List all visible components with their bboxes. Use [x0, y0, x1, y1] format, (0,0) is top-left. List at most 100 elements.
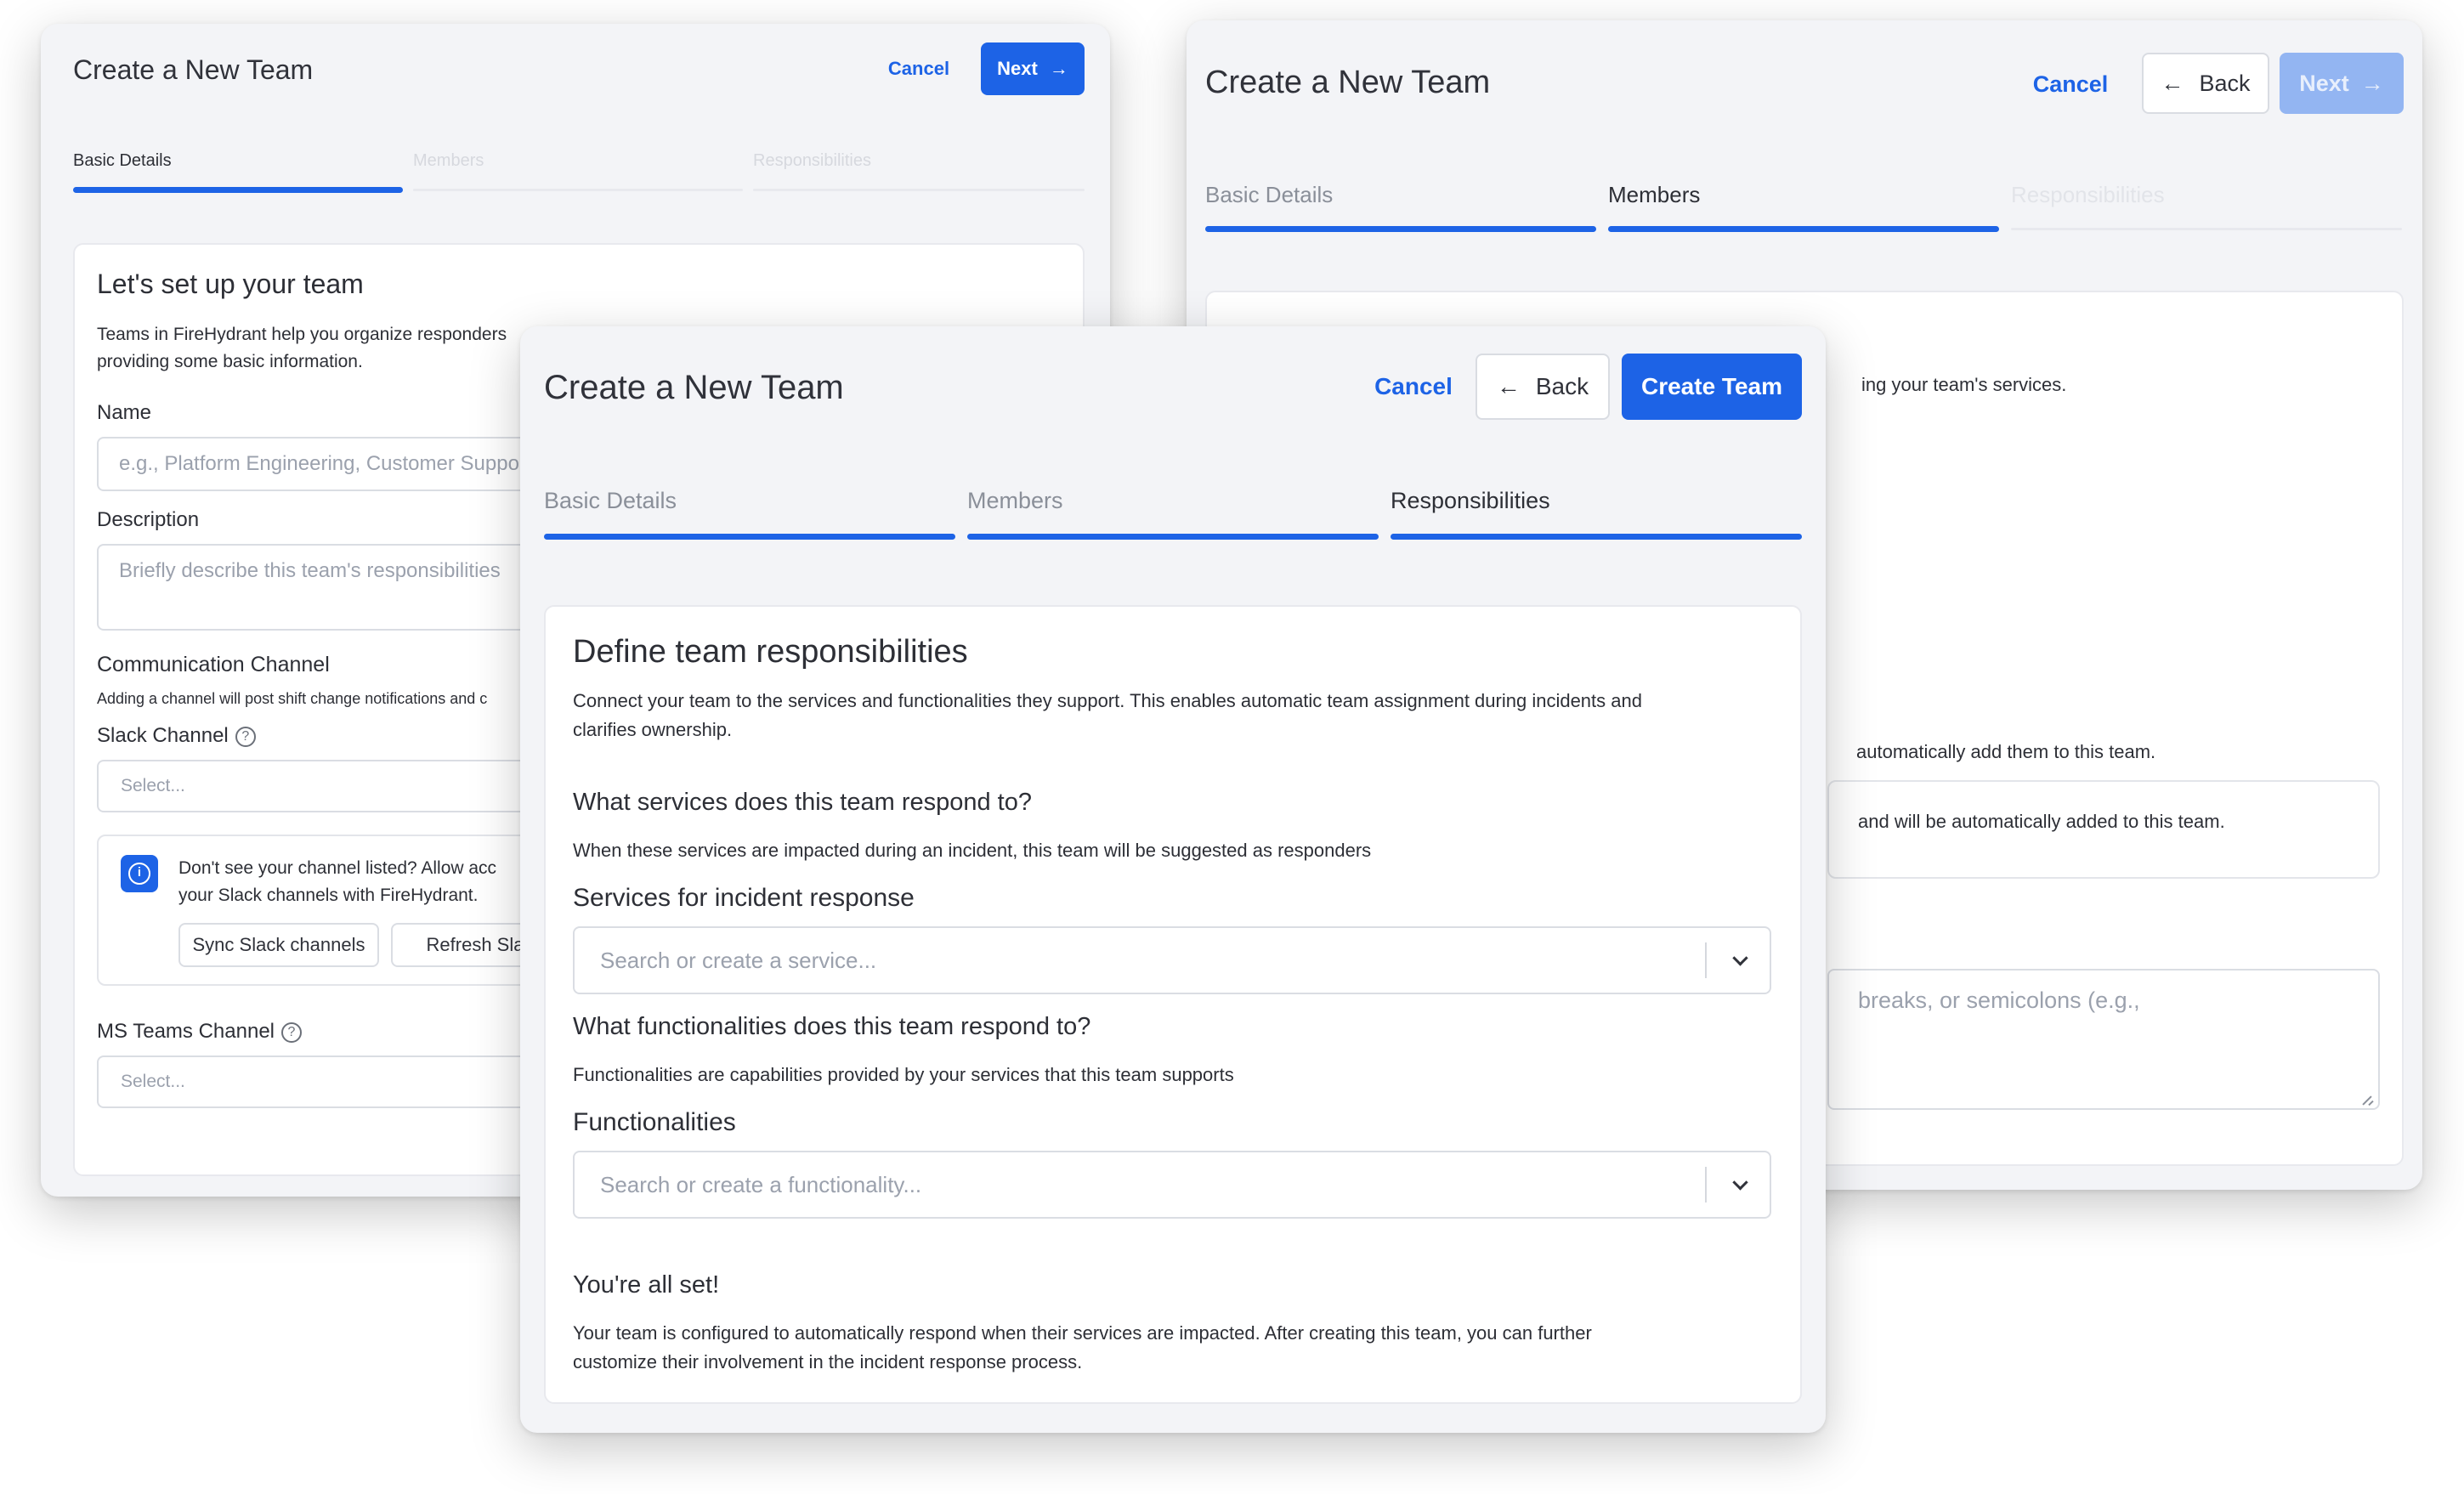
cancel-button[interactable]: Cancel: [881, 42, 957, 95]
services-label: Services for incident response: [573, 884, 915, 912]
services-placeholder: Search or create a service...: [600, 947, 877, 973]
dialog-title: Create a New Team: [1205, 65, 1491, 100]
chevron-down-icon[interactable]: [1732, 1174, 1748, 1191]
tab-indicator: [1205, 226, 1596, 232]
tab-indicator: [753, 189, 1085, 191]
arrow-left-icon: ←: [2161, 70, 2184, 96]
info-text: Don't see your channel listed? Allow acc: [178, 858, 497, 878]
description-label: Description: [97, 508, 200, 531]
card-heading: Let's set up your team: [97, 269, 364, 299]
back-button[interactable]: ← Back: [1476, 354, 1610, 420]
functionalities-help: Functionalities are capabilities provide…: [573, 1064, 1234, 1085]
arrow-left-icon: ←: [1496, 373, 1521, 399]
cancel-label: Cancel: [2032, 71, 2109, 97]
tab-indicator: [1608, 226, 1999, 232]
tab-label: Members: [1608, 182, 1701, 207]
cancel-button[interactable]: Cancel: [2019, 54, 2121, 114]
dialog-title: Create a New Team: [73, 54, 314, 85]
arrow-right-icon: →: [1049, 58, 1068, 79]
description-placeholder: Briefly describe this team's responsibil…: [119, 559, 501, 582]
dialog-title: Create a New Team: [544, 369, 844, 406]
tab-label: Members: [967, 488, 1063, 513]
intro-text: Teams in FireHydrant help you organize r…: [97, 325, 507, 344]
members-textarea-placeholder: breaks, or semicolons (e.g.,: [1858, 988, 2140, 1013]
arrow-right-icon: →: [2360, 70, 2384, 96]
tab-members[interactable]: Members: [413, 151, 743, 194]
dialog-responsibilities: Create a New Team Cancel ← Back Create Te…: [520, 326, 1826, 1433]
services-help: When these services are impacted during …: [573, 840, 1372, 861]
tab-indicator: [967, 534, 1379, 540]
help-circle-icon[interactable]: ?: [235, 727, 256, 747]
select-separator: [1705, 942, 1707, 979]
resize-handle-icon[interactable]: [2361, 1091, 2375, 1105]
sync-slack-channels-button[interactable]: Sync Slack channels: [178, 923, 379, 967]
intro-text: Connect your team to the services and fu…: [573, 690, 1642, 711]
slack-label-text: Slack Channel: [97, 724, 229, 747]
comm-text: Adding a channel will post shift change …: [97, 690, 488, 707]
tab-indicator: [73, 187, 403, 193]
next-button[interactable]: Next →: [981, 42, 1085, 95]
tab-responsibilities[interactable]: Responsibilities: [753, 151, 1085, 194]
cancel-button[interactable]: Cancel: [1362, 354, 1465, 420]
tab-members[interactable]: Members: [1608, 182, 1999, 233]
info-text: your Slack channels with FireHydrant.: [178, 886, 479, 905]
tab-basic-details[interactable]: Basic Details: [1205, 182, 1596, 233]
select-separator: [1705, 1166, 1707, 1203]
done-text: customize their involvement in the incid…: [573, 1351, 1083, 1372]
name-placeholder: e.g., Platform Engineering, Customer Sup…: [119, 452, 532, 475]
services-select[interactable]: Search or create a service...: [573, 926, 1771, 994]
name-label: Name: [97, 401, 152, 424]
members-text: and will be automatically added to this …: [1858, 811, 2225, 832]
cancel-label: Cancel: [887, 58, 950, 79]
cancel-label: Cancel: [1374, 373, 1453, 399]
tab-label: Responsibilities: [2011, 182, 2165, 207]
functionalities-placeholder: Search or create a functionality...: [600, 1171, 922, 1197]
info-icon: [121, 855, 158, 892]
functionalities-label: Functionalities: [573, 1108, 736, 1136]
tab-basic-details[interactable]: Basic Details: [73, 151, 403, 194]
back-label: Back: [2199, 70, 2251, 96]
members-text: automatically add them to this team.: [1856, 741, 2156, 762]
tab-indicator: [1391, 534, 1802, 540]
tab-responsibilities[interactable]: Responsibilities: [2011, 182, 2402, 233]
tab-label: Responsibilities: [1391, 488, 1550, 513]
tab-basic-details[interactable]: Basic Details: [544, 488, 955, 542]
slack-placeholder: Select...: [121, 776, 185, 795]
tab-label: Basic Details: [73, 151, 172, 170]
tab-label: Members: [413, 151, 484, 170]
next-button[interactable]: Next →: [2280, 53, 2404, 114]
create-team-label: Create Team: [1640, 373, 1782, 399]
members-textarea[interactable]: breaks, or semicolons (e.g.,: [1827, 969, 2380, 1110]
next-label: Next: [997, 58, 1038, 79]
done-text: Your team is configured to automatically…: [573, 1322, 1592, 1344]
functionalities-select[interactable]: Search or create a functionality...: [573, 1151, 1771, 1219]
chevron-down-icon[interactable]: [1732, 950, 1748, 966]
back-button[interactable]: ← Back: [2142, 53, 2269, 114]
members-text: ing your team's services.: [1861, 374, 2067, 395]
functionalities-question: What functionalities does this team resp…: [573, 1013, 1091, 1040]
msteams-placeholder: Select...: [121, 1072, 185, 1091]
tab-members[interactable]: Members: [967, 488, 1379, 542]
tab-indicator: [413, 189, 743, 191]
intro-text: clarifies ownership.: [573, 719, 733, 740]
tab-indicator: [544, 534, 955, 540]
msteams-label: MS Teams Channel?: [97, 1020, 302, 1044]
done-heading: You're all set!: [573, 1271, 720, 1299]
msteams-label-text: MS Teams Channel: [97, 1020, 275, 1043]
create-team-button[interactable]: Create Team: [1622, 354, 1802, 420]
tab-indicator: [2011, 228, 2402, 230]
tab-label: Basic Details: [1205, 182, 1334, 207]
help-circle-icon[interactable]: ?: [281, 1022, 302, 1043]
slack-label: Slack Channel?: [97, 724, 256, 748]
sync-label: Sync Slack channels: [192, 934, 365, 955]
comm-heading: Communication Channel: [97, 653, 330, 676]
card-heading: Define team responsibilities: [573, 634, 968, 670]
tab-label: Responsibilities: [753, 151, 871, 170]
next-label: Next: [2299, 70, 2349, 96]
responsibilities-card: Define team responsibilities Connect you…: [544, 605, 1802, 1404]
tab-responsibilities[interactable]: Responsibilities: [1391, 488, 1802, 542]
services-question: What services does this team respond to?: [573, 789, 1032, 816]
tab-label: Basic Details: [544, 488, 677, 513]
back-label: Back: [1535, 373, 1589, 399]
intro-text: providing some basic information.: [97, 352, 363, 371]
